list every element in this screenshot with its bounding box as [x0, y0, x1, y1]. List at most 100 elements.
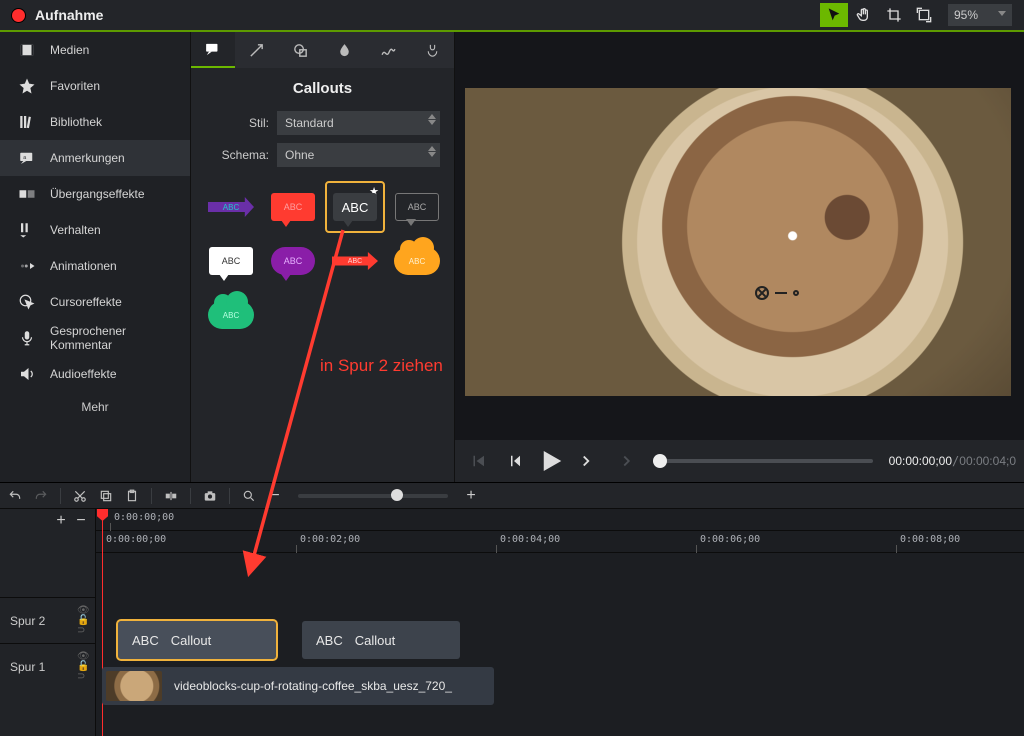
- sidebar-item-behaviors[interactable]: Verhalten: [0, 212, 190, 248]
- step-forward-button[interactable]: [571, 446, 601, 476]
- record-indicator-icon: [12, 9, 25, 22]
- sidebar-item-label: Bibliothek: [50, 115, 102, 129]
- timeline-zoom-slider[interactable]: [298, 494, 448, 498]
- zoom-level-select[interactable]: 95%: [948, 4, 1012, 26]
- scheme-select[interactable]: Ohne: [277, 143, 440, 167]
- magnet-icon[interactable]: ⊃: [77, 673, 89, 681]
- eye-icon[interactable]: 👁: [77, 653, 89, 661]
- track-name: Spur 2: [10, 614, 45, 628]
- tab-arrows[interactable]: [235, 32, 279, 68]
- step-back-button[interactable]: [499, 446, 529, 476]
- sidebar-item-voice[interactable]: Gesprochener Kommentar: [0, 320, 190, 356]
- cut-button[interactable]: [71, 487, 89, 505]
- split-button[interactable]: [162, 487, 180, 505]
- clip-callout-selected[interactable]: ABC Callout: [118, 621, 276, 659]
- callout-thumb[interactable]: ABC: [203, 237, 259, 285]
- add-track-button[interactable]: +: [53, 513, 69, 529]
- clip-label: Callout: [355, 633, 395, 648]
- tab-shapes[interactable]: [279, 32, 323, 68]
- clip-abc: ABC: [132, 633, 159, 648]
- sidebar-item-label: Verhalten: [50, 223, 101, 237]
- tab-keystroke[interactable]: [410, 32, 454, 68]
- pointer-tool[interactable]: [820, 3, 848, 27]
- scheme-value: Ohne: [285, 148, 314, 162]
- svg-text:a: a: [23, 155, 26, 161]
- play-button[interactable]: [535, 446, 565, 476]
- callout-thumb[interactable]: ABC: [265, 183, 321, 231]
- redo-button[interactable]: [32, 487, 50, 505]
- sidebar-item-annotations[interactable]: a Anmerkungen: [0, 140, 190, 176]
- magnet-icon[interactable]: ⊃: [77, 627, 89, 635]
- clip-abc: ABC: [316, 633, 343, 648]
- callout-thumb[interactable]: ABC: [327, 237, 383, 285]
- crop-tool[interactable]: [880, 3, 908, 27]
- timeline-ruler-markers[interactable]: 0:00:00;00: [96, 509, 1024, 531]
- hand-tool[interactable]: [850, 3, 878, 27]
- tab-sketch[interactable]: [366, 32, 410, 68]
- thumb-text: ABC: [222, 256, 241, 266]
- thumb-text: ABC: [348, 258, 362, 265]
- callout-thumb[interactable]: ABC: [389, 183, 445, 231]
- sidebar-item-transitions[interactable]: Übergangseffekte: [0, 176, 190, 212]
- track-area[interactable]: 0:00:00;00 0:00:00;00 0:00:02;00 0:00:04…: [96, 509, 1024, 736]
- clip-media[interactable]: videoblocks-cup-of-rotating-coffee_skba_…: [102, 667, 494, 705]
- callout-thumb-selected[interactable]: ★ ABC: [327, 183, 383, 231]
- sidebar-more-button[interactable]: Mehr: [0, 392, 190, 422]
- callout-thumb[interactable]: ABC: [265, 237, 321, 285]
- thumb-text: ABC: [223, 203, 239, 212]
- sidebar-item-animations[interactable]: Animationen: [0, 248, 190, 284]
- timeline-toolbar: − +: [0, 483, 1024, 509]
- callout-thumb[interactable]: ABC: [203, 291, 259, 339]
- scrub-slider[interactable]: [653, 459, 873, 463]
- lock-icon[interactable]: 🔓: [77, 663, 89, 671]
- callout-thumb[interactable]: ABC: [203, 183, 259, 231]
- lock-icon[interactable]: 🔓: [77, 617, 89, 625]
- sidebar-item-label: Medien: [50, 43, 89, 57]
- sidebar-item-cursorfx[interactable]: Cursoreffekte: [0, 284, 190, 320]
- undo-button[interactable]: [6, 487, 24, 505]
- category-sidebar: Medien Favoriten Bibliothek a Anmerkunge…: [0, 32, 190, 482]
- record-button[interactable]: Aufnahme: [35, 7, 103, 23]
- callout-thumb[interactable]: ABC: [389, 237, 445, 285]
- clip-callout[interactable]: ABC Callout: [302, 621, 460, 659]
- stepper-icon: [428, 114, 436, 125]
- zoom-in-button[interactable]: +: [462, 487, 480, 505]
- clip-label: Callout: [171, 633, 211, 648]
- track-label-2[interactable]: Spur 2 👁 🔓 ⊃: [0, 597, 95, 643]
- timecode-display: 00:00:00;00/00:00:04;0: [889, 454, 1016, 468]
- track-row-2[interactable]: ABC Callout ABC Callout: [96, 617, 1024, 663]
- sidebar-item-library[interactable]: Bibliothek: [0, 104, 190, 140]
- copy-button[interactable]: [97, 487, 115, 505]
- prev-clip-button[interactable]: [463, 446, 493, 476]
- tab-callouts[interactable]: [191, 32, 235, 68]
- selection-handle-icon[interactable]: [755, 286, 799, 300]
- track-label-1[interactable]: Spur 1 👁🔓⊃: [0, 643, 95, 689]
- style-select[interactable]: Standard: [277, 111, 440, 135]
- sidebar-item-media[interactable]: Medien: [0, 32, 190, 68]
- scrub-knob[interactable]: [653, 454, 667, 468]
- clip-thumbnail: [106, 671, 162, 701]
- tab-blur[interactable]: [322, 32, 366, 68]
- clip-filename: videoblocks-cup-of-rotating-coffee_skba_…: [174, 679, 452, 693]
- track-toggles[interactable]: 👁 🔓 ⊃: [77, 653, 89, 681]
- cursorfx-icon: [18, 293, 36, 311]
- eye-icon[interactable]: 👁: [77, 607, 89, 615]
- chevron-down-icon: [998, 11, 1006, 16]
- panel-title: Callouts: [191, 68, 454, 107]
- next-clip-button[interactable]: [607, 446, 637, 476]
- track-row-1[interactable]: videoblocks-cup-of-rotating-coffee_skba_…: [96, 663, 1024, 709]
- transitions-icon: [18, 185, 36, 203]
- scheme-label: Schema:: [205, 148, 269, 162]
- top-bar: Aufnahme 95%: [0, 0, 1024, 32]
- resize-tool[interactable]: [910, 3, 938, 27]
- timeline-ruler[interactable]: 0:00:00;00 0:00:02;00 0:00:04;00 0:00:06…: [96, 531, 1024, 553]
- sidebar-item-audiofx[interactable]: Audioeffekte: [0, 356, 190, 392]
- paste-button[interactable]: [123, 487, 141, 505]
- preview-canvas[interactable]: [465, 88, 1011, 396]
- track-toggles[interactable]: 👁 🔓 ⊃: [77, 607, 89, 635]
- snapshot-button[interactable]: [201, 487, 219, 505]
- remove-track-button[interactable]: −: [73, 513, 89, 529]
- zoom-out-button[interactable]: −: [266, 487, 284, 505]
- sidebar-item-favorites[interactable]: Favoriten: [0, 68, 190, 104]
- zoom-knob[interactable]: [391, 489, 403, 501]
